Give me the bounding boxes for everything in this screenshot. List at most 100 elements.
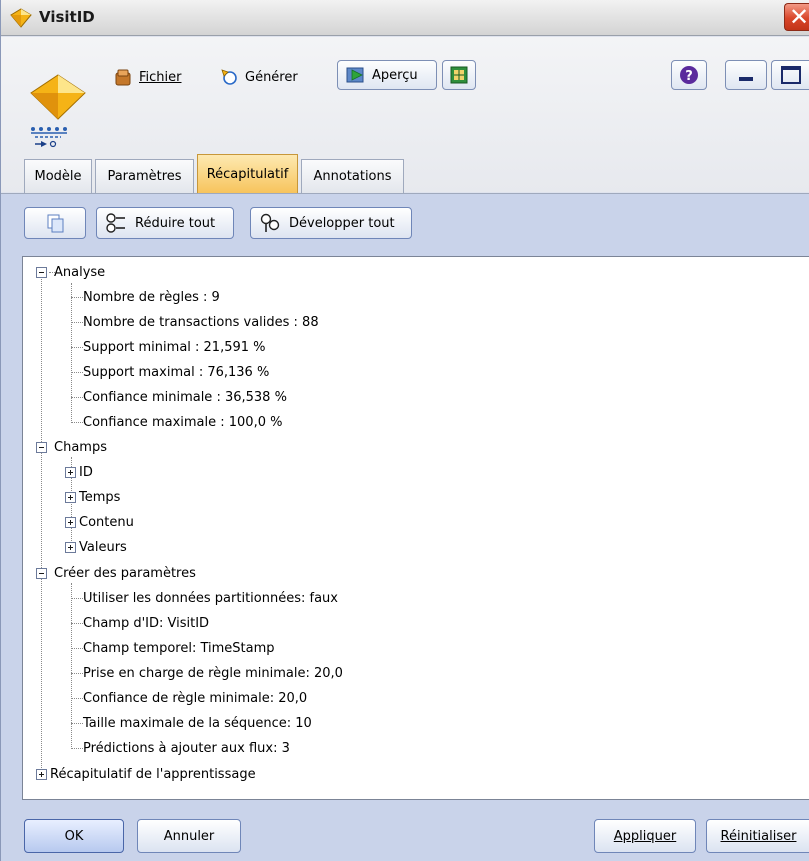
- maximize-button[interactable]: [771, 60, 809, 90]
- tab-parameters[interactable]: Paramètres: [95, 159, 194, 193]
- close-button[interactable]: ✕: [784, 3, 809, 31]
- expand-all-button[interactable]: Développer tout: [250, 207, 412, 239]
- generate-menu-button[interactable]: Générer: [219, 62, 298, 92]
- tree-leaf-label: Taille maximale de la séquence: 10: [83, 715, 312, 731]
- expand-node-icon[interactable]: [36, 768, 47, 780]
- tree-node-build-settings-label: Créer des paramètres: [54, 565, 196, 581]
- generate-menu-label: Générer: [245, 69, 298, 85]
- tree-node-build-settings[interactable]: Créer des paramètres: [36, 563, 196, 583]
- expand-all-label: Développer tout: [289, 215, 395, 231]
- tree-leaf[interactable]: Support minimal : 21,591 %: [71, 337, 266, 357]
- apply-label: Appliquer: [613, 828, 677, 844]
- tree-node-field-content[interactable]: Contenu: [65, 512, 134, 532]
- tree-guide-line: [41, 273, 42, 778]
- expand-tree-icon: [260, 213, 280, 232]
- tree-connector: [71, 396, 83, 398]
- tree-node-label: Temps: [79, 489, 121, 505]
- tree-leaf[interactable]: Prédictions à ajouter aux flux: 3: [71, 738, 290, 758]
- model-node-icon: [30, 74, 86, 148]
- tab-model-label: Modèle: [34, 169, 82, 184]
- tree-node-fields[interactable]: Champs: [36, 437, 107, 457]
- export-button[interactable]: [442, 60, 476, 90]
- tab-parameters-label: Paramètres: [107, 169, 182, 184]
- tree-node-label: ID: [79, 464, 93, 480]
- tree-connector: [71, 647, 83, 649]
- tree-leaf-label: Confiance maximale : 100,0 %: [83, 414, 283, 430]
- model-nugget-icon: [10, 8, 32, 28]
- tab-model[interactable]: Modèle: [24, 159, 92, 193]
- tree-connector: [71, 296, 83, 298]
- generate-icon: [221, 69, 237, 85]
- ok-label: OK: [64, 828, 84, 844]
- collapse-node-icon[interactable]: [36, 441, 47, 453]
- tree-leaf-label: Nombre de règles : 9: [83, 289, 220, 305]
- expand-node-icon[interactable]: [65, 541, 76, 553]
- copy-button[interactable]: [24, 207, 86, 239]
- tree-leaf[interactable]: Champ temporel: TimeStamp: [71, 638, 275, 658]
- tab-annotations[interactable]: Annotations: [301, 159, 404, 193]
- cancel-button[interactable]: Annuler: [137, 819, 241, 853]
- tree-connector: [71, 697, 83, 699]
- preview-button[interactable]: Aperçu: [337, 60, 437, 90]
- tree-node-fields-label: Champs: [54, 439, 107, 455]
- close-icon: ✕: [789, 3, 809, 31]
- help-icon: ?: [680, 66, 698, 84]
- tree-leaf-label: Champ d'ID: VisitID: [83, 615, 210, 631]
- preview-label: Aperçu: [372, 67, 418, 83]
- tree-leaf[interactable]: Confiance de règle minimale: 20,0: [71, 688, 307, 708]
- expand-node-icon[interactable]: [65, 516, 76, 528]
- copy-icon: [47, 214, 64, 233]
- export-icon: [450, 66, 468, 84]
- title-bar[interactable]: VisitID ✕: [1, 0, 809, 36]
- expand-node-icon[interactable]: [65, 491, 76, 503]
- minimize-icon: [739, 77, 753, 81]
- svg-text:?: ?: [685, 69, 693, 84]
- tree-connector: [71, 622, 83, 624]
- tree-connector: [71, 346, 83, 348]
- tree-leaf-label: Support maximal : 76,136 %: [83, 364, 270, 380]
- tree-connector: [71, 747, 83, 749]
- dialog-window: VisitID ✕ Fichier Générer Aperçu ? Modèl…: [0, 0, 809, 861]
- minimize-button[interactable]: [725, 60, 767, 90]
- tree-node-training-summary[interactable]: Récapitulatif de l'apprentissage: [36, 764, 256, 784]
- tree-leaf-label: Champ temporel: TimeStamp: [83, 640, 275, 656]
- apply-button[interactable]: Appliquer: [594, 819, 696, 853]
- ok-button[interactable]: OK: [24, 819, 124, 853]
- file-menu-button[interactable]: Fichier: [113, 62, 182, 92]
- tree-connector: [71, 597, 83, 599]
- tree-node-field-id[interactable]: ID: [65, 462, 93, 482]
- expand-node-icon[interactable]: [65, 466, 76, 478]
- tree-leaf[interactable]: Prise en charge de règle minimale: 20,0: [71, 663, 343, 683]
- tree-node-field-time[interactable]: Temps: [65, 487, 120, 507]
- tree-leaf[interactable]: Taille maximale de la séquence: 10: [71, 713, 312, 733]
- summary-tree[interactable]: Analyse Nombre de règles : 9 Nombre de t…: [22, 256, 809, 800]
- tree-leaf-label: Prédictions à ajouter aux flux: 3: [83, 740, 290, 756]
- collapse-node-icon[interactable]: [36, 266, 47, 278]
- tree-connector: [71, 672, 83, 674]
- tree-leaf[interactable]: Support maximal : 76,136 %: [71, 362, 269, 382]
- tree-leaf[interactable]: Nombre de transactions valides : 88: [71, 312, 319, 332]
- tree-leaf[interactable]: Confiance minimale : 36,538 %: [71, 387, 287, 407]
- tree-leaf[interactable]: Confiance maximale : 100,0 %: [71, 412, 282, 432]
- tree-connector: [71, 321, 83, 323]
- tree-connector: [49, 272, 55, 273]
- tree-connector: [71, 421, 83, 423]
- collapse-tree-icon: [106, 213, 125, 233]
- tree-connector: [71, 371, 83, 373]
- tree-node-label: Valeurs: [79, 539, 127, 555]
- tree-node-analysis[interactable]: Analyse: [36, 262, 105, 282]
- tree-leaf[interactable]: Utiliser les données partitionnées: faux: [71, 588, 338, 608]
- collapse-node-icon[interactable]: [36, 567, 47, 579]
- reset-label: Réinitialiser: [720, 828, 797, 844]
- tree-node-field-values[interactable]: Valeurs: [65, 537, 127, 557]
- reset-button[interactable]: Réinitialiser: [706, 819, 809, 853]
- tree-leaf-label: Confiance de règle minimale: 20,0: [83, 690, 308, 706]
- tab-summary[interactable]: Récapitulatif: [197, 154, 298, 194]
- cancel-label: Annuler: [163, 828, 215, 844]
- help-button[interactable]: ?: [671, 60, 707, 90]
- tree-leaf[interactable]: Nombre de règles : 9: [71, 287, 220, 307]
- collapse-all-button[interactable]: Réduire tout: [96, 207, 234, 239]
- tree-leaf[interactable]: Champ d'ID: VisitID: [71, 613, 209, 633]
- tree-node-analysis-label: Analyse: [54, 264, 106, 280]
- file-folder-icon: [115, 69, 131, 86]
